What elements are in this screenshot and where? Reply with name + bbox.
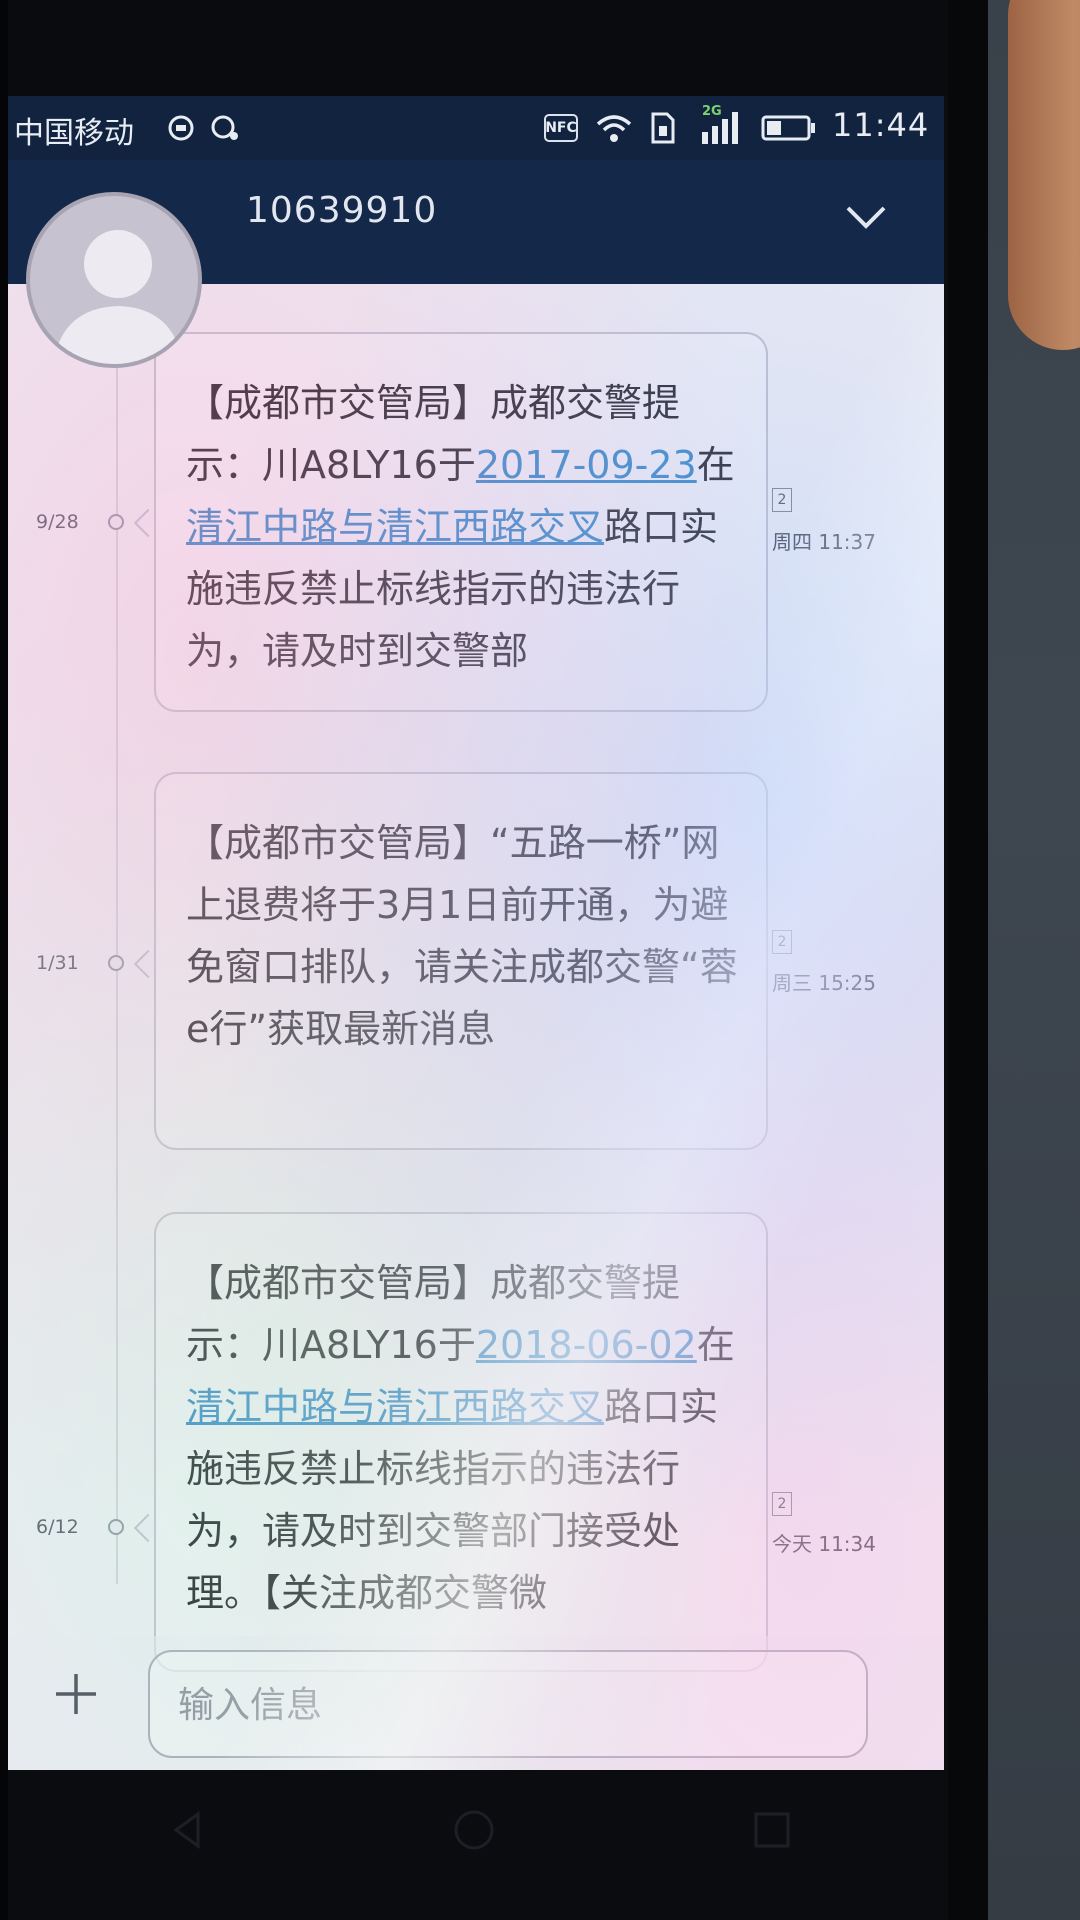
sim-badge: 2	[772, 930, 792, 954]
signal-strength-icon: 2G	[694, 104, 744, 146]
message-time: 今天 11:34	[772, 1532, 876, 1556]
message-notification-icon	[166, 110, 196, 146]
message-date-label: 9/28	[36, 511, 79, 533]
status-clock: 11:44	[832, 106, 930, 144]
plus-icon[interactable]	[52, 1670, 100, 1718]
phone-frame-right	[948, 0, 988, 1920]
message-text: 在	[696, 443, 735, 487]
phone-bezel-top	[8, 0, 948, 96]
recents-nav-icon[interactable]	[752, 1810, 792, 1850]
wifi-icon	[592, 110, 636, 146]
timeline-dot	[108, 955, 124, 971]
message-text: 在	[696, 1323, 735, 1367]
message-time: 周三 15:25	[772, 971, 876, 995]
message-input[interactable]	[178, 1676, 818, 1734]
finger	[1008, 0, 1080, 350]
back-nav-icon[interactable]	[168, 1810, 208, 1850]
message-date-label: 6/12	[36, 1516, 79, 1538]
phone-frame-left	[0, 0, 8, 1920]
app-notification-icon	[208, 110, 242, 146]
avatar[interactable]	[26, 192, 202, 368]
address-link[interactable]: 清江中路与清江西路交叉	[186, 505, 604, 549]
date-link[interactable]: 2017-09-23	[476, 443, 697, 487]
address-link[interactable]: 清江中路与清江西路交叉	[186, 1385, 604, 1429]
message-bubble[interactable]: 【成都市交管局】成都交警提示：川A8LY16于2018-06-02在清江中路与清…	[154, 1212, 768, 1672]
contact-number: 10639910	[246, 190, 438, 231]
message-bubble[interactable]: 【成都市交管局】“五路一桥”网上退费将于3月1日前开通，为避免窗口排队，请关注成…	[154, 772, 768, 1150]
nfc-icon: NFC	[544, 114, 578, 142]
sim-badge: 2	[772, 1492, 792, 1516]
person-silhouette-icon	[53, 230, 183, 364]
message-input-box[interactable]	[148, 1650, 868, 1758]
network-type-badge: 2G	[702, 104, 722, 119]
timeline-dot	[108, 514, 124, 530]
timeline-dot	[108, 1519, 124, 1535]
timeline-line	[116, 284, 118, 1584]
message-bubble[interactable]: 【成都市交管局】成都交警提示：川A8LY16于2017-09-23在清江中路与清…	[154, 332, 768, 712]
message-composer	[8, 1636, 944, 1770]
phone-bezel-bottom	[8, 1770, 948, 1920]
message-text: 【成都市交管局】“五路一桥”网上退费将于3月1日前开通，为避免窗口排队，请关注成…	[186, 821, 738, 1051]
chevron-down-icon[interactable]	[844, 196, 888, 240]
status-bar: 中国移动 NFC 2G 11:44	[8, 96, 944, 160]
battery-icon	[760, 110, 818, 146]
message-time: 周四 11:37	[772, 530, 876, 554]
sim-card-icon	[648, 110, 678, 146]
sim-badge: 2	[772, 488, 792, 512]
carrier-name: 中国移动	[14, 116, 134, 151]
message-date-label: 1/31	[36, 952, 79, 974]
home-nav-icon[interactable]	[452, 1808, 496, 1852]
date-link[interactable]: 2018-06-02	[476, 1323, 697, 1367]
